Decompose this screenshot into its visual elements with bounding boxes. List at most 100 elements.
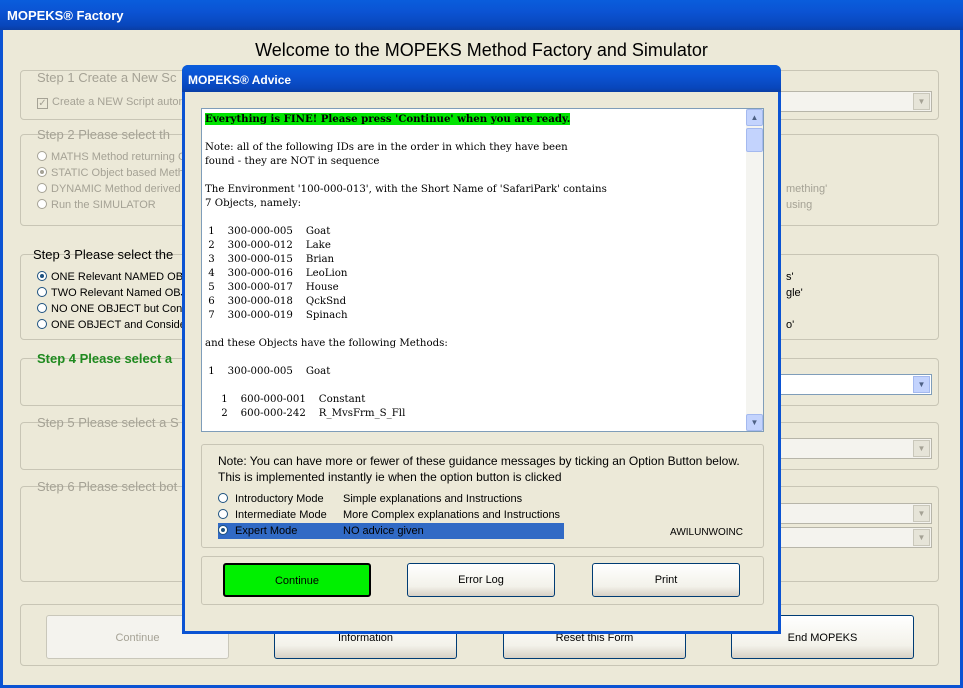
step3-right-fragment: o'	[786, 319, 795, 331]
radio-icon	[218, 493, 228, 503]
advice-text-line: found - they are NOT in sequence	[205, 156, 380, 167]
advice-text-line: 2 300-000-012 Lake	[205, 240, 331, 251]
advice-text-line: 1 300-000-005 Goat	[205, 366, 331, 377]
advice-text-line: Note: all of the following IDs are in th…	[205, 142, 568, 153]
advice-text-line: 2 600-000-242 R_MvsFrm_S_Fll	[205, 408, 406, 419]
step2-option-dynamic[interactable]: DYNAMIC Method derived	[37, 183, 181, 195]
radio-icon	[37, 303, 47, 313]
step2-option-maths[interactable]: MATHS Method returning C	[37, 151, 186, 163]
step3-option-one-object[interactable]: ONE OBJECT and Consider	[37, 319, 190, 331]
advice-status-line: Everything is FINE! Please press 'Contin…	[205, 113, 571, 125]
mode-name: Introductory Mode	[235, 493, 324, 505]
chevron-down-icon: ▼	[913, 93, 930, 110]
advice-text-line: 3 300-000-015 Brian	[205, 254, 335, 265]
print-button[interactable]: Print	[592, 563, 740, 597]
mode-introductory-radio[interactable]: Introductory Mode Simple explanations an…	[218, 491, 564, 507]
mode-name: Expert Mode	[235, 525, 298, 537]
option-label: DYNAMIC Method derived	[51, 183, 181, 195]
step2-right-fragment: using	[786, 199, 813, 211]
step6-dropdown-1[interactable]: ▼	[770, 503, 932, 524]
radio-icon	[37, 183, 47, 193]
radio-icon	[37, 319, 47, 329]
advice-text-line	[205, 127, 745, 141]
radio-icon	[218, 509, 228, 519]
advice-continue-button[interactable]: Continue	[223, 563, 371, 597]
advice-text-line: 5 300-000-017 House	[205, 282, 339, 293]
mode-code-label: AWILUNWOINC	[670, 527, 743, 538]
option-label: ONE OBJECT and Consider	[51, 319, 190, 331]
advice-text-line	[205, 211, 745, 225]
option-label: Run the SIMULATOR	[51, 199, 156, 211]
advice-mode-note: Note: You can have more or fewer of thes…	[218, 454, 740, 484]
radio-selected-icon	[37, 167, 47, 177]
option-label: TWO Relevant Named OBJ	[51, 287, 187, 299]
main-window-title: MOPEKS® Factory	[7, 8, 124, 23]
radio-icon	[37, 151, 47, 161]
step6-title: Step 6 Please select bot	[37, 479, 178, 494]
advice-dialog: MOPEKS® Advice Everything is FINE! Pleas…	[182, 65, 781, 634]
scroll-thumb[interactable]	[746, 128, 763, 152]
step2-right-fragment: mething'	[786, 183, 828, 195]
advice-text-line	[205, 379, 745, 393]
mode-name: Intermediate Mode	[235, 509, 327, 521]
radio-selected-icon	[37, 271, 47, 281]
option-label: NO ONE OBJECT but Consi	[51, 303, 191, 315]
advice-text-line: 7 300-000-019 Spinach	[205, 310, 348, 321]
step1-create-script-checkbox[interactable]: ✓ Create a NEW Script autom	[37, 96, 188, 109]
step2-title: Step 2 Please select th	[37, 127, 170, 142]
chevron-down-icon: ▼	[913, 376, 930, 393]
advice-text-line: 4 300-000-016 LeoLion	[205, 268, 348, 279]
chevron-down-icon: ▼	[913, 529, 930, 546]
advice-text-line: 6 300-000-018 QckSnd	[205, 296, 347, 307]
step3-title: Step 3 Please select the	[33, 247, 174, 262]
mode-description: Simple explanations and Instructions	[343, 493, 523, 505]
option-label: MATHS Method returning C	[51, 151, 186, 163]
scroll-up-icon[interactable]: ▲	[746, 109, 763, 126]
step1-title: Step 1 Create a New Sc	[37, 70, 177, 85]
step2-option-simulator[interactable]: Run the SIMULATOR	[37, 199, 156, 211]
advice-text-content: Everything is FINE! Please press 'Contin…	[205, 112, 745, 421]
option-label: STATIC Object based Meth	[51, 167, 184, 179]
advice-text-line: 7 Objects, namely:	[205, 198, 302, 209]
step3-right-fragment: gle'	[786, 287, 803, 299]
step4-title: Step 4 Please select a	[37, 351, 173, 366]
mode-description: NO advice given	[343, 525, 424, 537]
step1-option-label: Create a NEW Script autom	[52, 96, 188, 108]
radio-icon	[37, 287, 47, 297]
radio-icon	[37, 199, 47, 209]
radio-selected-icon	[218, 525, 228, 535]
advice-scrollbar[interactable]: ▲ ▼	[746, 109, 763, 431]
step3-option-two-relevant[interactable]: TWO Relevant Named OBJ	[37, 287, 186, 299]
step3-option-no-one-object[interactable]: NO ONE OBJECT but Consi	[37, 303, 190, 315]
advice-text-line	[205, 351, 745, 365]
advice-dialog-body: Everything is FINE! Please press 'Contin…	[185, 92, 778, 631]
main-title-bar: MOPEKS® Factory	[0, 0, 963, 30]
advice-text-line: 1 600-000-001 Constant	[205, 394, 366, 405]
mode-intermediate-radio[interactable]: Intermediate Mode More Complex explanati…	[218, 507, 564, 523]
chevron-down-icon: ▼	[913, 505, 930, 522]
step3-option-one-relevant[interactable]: ONE Relevant NAMED OBJ	[37, 271, 189, 283]
advice-text-line: The Environment '100-000-013', with the …	[205, 184, 607, 195]
mode-expert-radio[interactable]: Expert Mode NO advice given	[218, 523, 564, 539]
advice-dialog-title-bar[interactable]: MOPEKS® Advice	[182, 65, 781, 92]
checkbox-checked-icon: ✓	[37, 98, 48, 109]
advice-dialog-title: MOPEKS® Advice	[188, 73, 292, 87]
advice-text-line	[205, 169, 745, 183]
advice-text-area[interactable]: Everything is FINE! Please press 'Contin…	[201, 108, 764, 432]
advice-button-bar: Continue Error Log Print	[201, 556, 764, 605]
chevron-down-icon: ▼	[913, 440, 930, 457]
page-title: Welcome to the MOPEKS Method Factory and…	[255, 40, 708, 60]
option-label: ONE Relevant NAMED OBJ	[51, 271, 189, 283]
scroll-down-icon[interactable]: ▼	[746, 414, 763, 431]
advice-text-line: 1 300-000-005 Goat	[205, 226, 331, 237]
mode-description: More Complex explanations and Instructio…	[343, 509, 561, 521]
step3-right-fragment: s'	[786, 271, 794, 283]
step6-dropdown-2[interactable]: ▼	[770, 527, 932, 548]
step5-title: Step 5 Please select a S	[37, 415, 179, 430]
step1-dropdown[interactable]: ▼	[770, 91, 932, 112]
step2-option-static[interactable]: STATIC Object based Meth	[37, 167, 184, 179]
step4-dropdown[interactable]: ▼	[770, 374, 932, 395]
step5-dropdown[interactable]: ▼	[770, 438, 932, 459]
error-log-button[interactable]: Error Log	[407, 563, 555, 597]
advice-text-line	[205, 323, 745, 337]
